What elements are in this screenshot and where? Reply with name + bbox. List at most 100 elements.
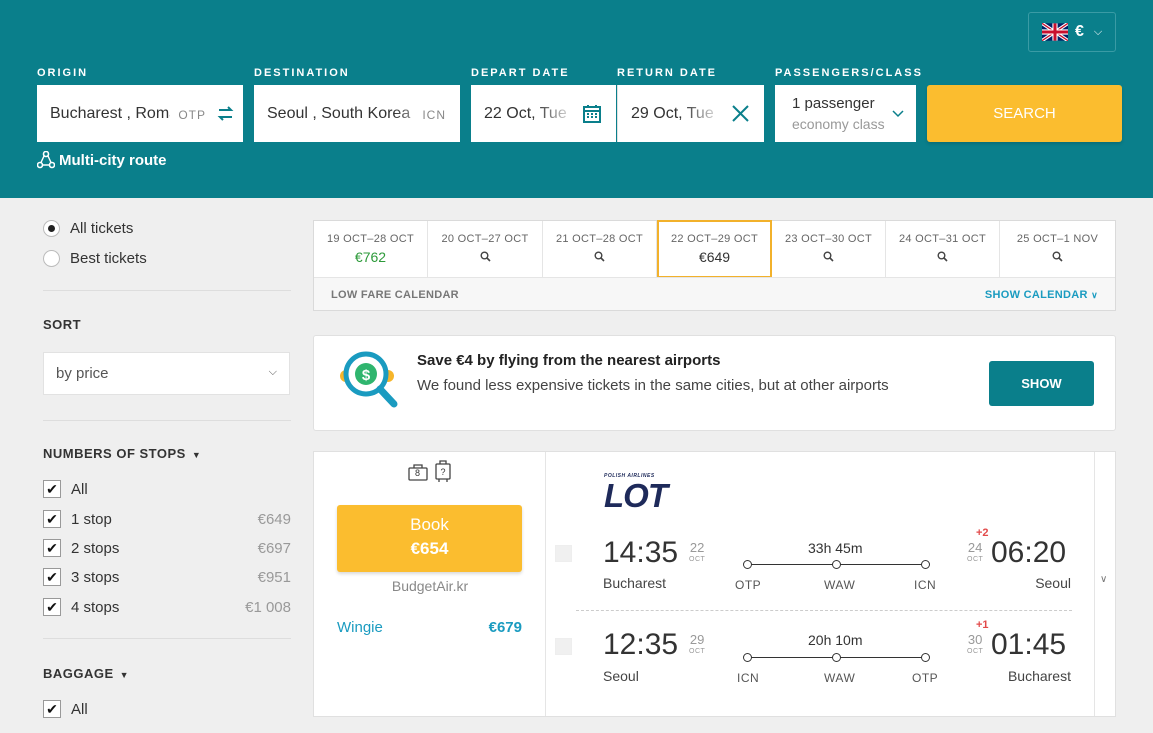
carry-on-unknown-icon: ? — [435, 460, 451, 482]
baggage-title[interactable]: BAGGAGE ▼ — [43, 666, 129, 681]
calendar-cell[interactable]: 20 OCT–27 OCT — [428, 221, 543, 277]
return-date-label: RETURN DATE — [617, 67, 718, 79]
checkbox-checked[interactable]: ✔ — [43, 510, 61, 528]
clear-icon[interactable] — [732, 105, 749, 122]
radio[interactable] — [43, 250, 60, 267]
stops-title-label: NUMBERS OF STOPS — [43, 446, 186, 461]
filter-best-tickets[interactable]: Best tickets — [43, 250, 147, 267]
promo-subtitle: We found less expensive tickets in the s… — [417, 377, 889, 394]
arr-day: 24 — [967, 540, 983, 555]
calendar-dates: 22 OCT–29 OCT — [670, 233, 759, 245]
stops-option[interactable]: ✔ 3 stops €951 — [43, 568, 291, 586]
stops-option-price: €951 — [257, 568, 291, 586]
calendar-icon[interactable] — [583, 104, 601, 123]
book-price: €654 — [410, 539, 449, 558]
checkbox-checked[interactable]: ✔ — [43, 480, 61, 498]
checkbox-checked[interactable]: ✔ — [43, 598, 61, 616]
destination-code: ICN — [422, 108, 446, 122]
low-fare-calendar: 19 OCT–28 OCT €762 20 OCT–27 OCT 21 OCT–… — [313, 220, 1116, 311]
caret-down-icon: ▼ — [119, 670, 130, 680]
origin-label: ORIGIN — [37, 67, 89, 79]
airport-code: ICN — [914, 578, 937, 592]
arr-time: 01:45 — [991, 628, 1067, 661]
chevron-down-icon: ∨ — [1091, 290, 1098, 300]
expand-ticket-toggle[interactable]: ∨ — [1094, 452, 1115, 716]
stops-option[interactable]: ✔ 1 stop €649 — [43, 510, 291, 528]
stops-option-price: €649 — [257, 510, 291, 528]
sort-select[interactable]: by price ⌵ — [43, 352, 290, 395]
caret-down-icon: ▼ — [191, 450, 202, 460]
radio-selected[interactable] — [43, 220, 60, 237]
baggage-option[interactable]: ✔ All — [43, 700, 291, 718]
calendar-dates: 19 OCT–28 OCT — [326, 233, 415, 245]
airport-code: WAW — [824, 578, 856, 592]
filter-label: Best tickets — [70, 250, 147, 267]
multi-city-link[interactable]: Multi-city route — [37, 151, 167, 169]
stops-option-label: 3 stops — [71, 568, 120, 586]
route-stop-dot — [921, 560, 930, 569]
segment-checkbox[interactable] — [555, 638, 572, 655]
origin-input[interactable]: Bucharest , Romania OTP — [37, 85, 243, 142]
dep-city: Seoul — [603, 668, 639, 684]
stops-option[interactable]: ✔ 4 stops €1 008 — [43, 598, 291, 616]
stops-option-label: 2 stops — [71, 539, 120, 557]
search-icon — [543, 249, 656, 265]
swap-icon[interactable] — [217, 105, 234, 122]
stops-title[interactable]: NUMBERS OF STOPS ▼ — [43, 446, 201, 461]
divider — [43, 290, 291, 291]
stops-option[interactable]: ✔ 2 stops €697 — [43, 539, 291, 557]
alt-agent-price[interactable]: €679 — [489, 619, 522, 636]
chevron-down-icon: ⌵ — [268, 366, 277, 378]
airport-code: WAW — [824, 671, 856, 685]
calendar-footer: LOW FARE CALENDAR SHOW CALENDAR ∨ — [314, 277, 1115, 310]
show-button[interactable]: SHOW — [989, 361, 1094, 406]
calendar-cell[interactable]: 24 OCT–31 OCT — [886, 221, 1000, 277]
airport-code: OTP — [912, 671, 939, 685]
calendar-cell-selected[interactable]: 22 OCT–29 OCT €649 — [657, 220, 772, 278]
search-button[interactable]: SEARCH — [927, 85, 1122, 142]
calendar-dates: 24 OCT–31 OCT — [898, 233, 987, 245]
destination-input[interactable]: Seoul , South Korea ICN — [254, 85, 460, 142]
route-stop-dot — [921, 653, 930, 662]
dep-date: 29 OCT — [689, 633, 705, 655]
filter-all-tickets[interactable]: All tickets — [43, 220, 133, 237]
divider — [43, 420, 291, 421]
destination-label: DESTINATION — [254, 67, 350, 79]
search-icon — [428, 249, 542, 265]
depart-date-input[interactable]: 22 Oct, Tue — [471, 85, 616, 142]
book-button[interactable]: Book €654 — [337, 505, 522, 572]
arr-month: OCT — [967, 556, 984, 563]
language-currency-selector[interactable]: € ⌵ — [1028, 12, 1116, 52]
agent-name: BudgetAir.kr — [391, 578, 469, 594]
stops-option-label: 1 stop — [71, 510, 112, 528]
checkbox-checked[interactable]: ✔ — [43, 700, 61, 718]
calendar-price: €649 — [698, 249, 731, 265]
return-date-input[interactable]: 29 Oct, Tue — [617, 85, 764, 142]
checkbox-checked[interactable]: ✔ — [43, 539, 61, 557]
calendar-cell[interactable]: 21 OCT–28 OCT — [543, 221, 657, 277]
calendar-cell[interactable]: 19 OCT–28 OCT €762 — [314, 221, 428, 277]
cabin-class: economy class — [792, 116, 885, 132]
arr-time: 06:20 — [991, 536, 1067, 569]
segment-checkbox[interactable] — [555, 545, 572, 562]
dep-month: OCT — [689, 648, 706, 655]
checkbox-checked[interactable]: ✔ — [43, 568, 61, 586]
calendar-cell[interactable]: 23 OCT–30 OCT — [772, 221, 886, 277]
alt-agent-link[interactable]: Wingie — [337, 619, 383, 636]
flight-duration: 33h 45m — [808, 540, 863, 556]
money-search-icon: $ — [340, 351, 398, 408]
airline-logo: POLISH AIRLINES LOT — [604, 473, 668, 513]
arr-city: Seoul — [1035, 575, 1071, 591]
multi-city-icon — [37, 151, 55, 169]
passengers-label: PASSENGERS/CLASS — [775, 67, 923, 79]
arr-city: Bucharest — [1007, 668, 1071, 684]
stops-option[interactable]: ✔ All — [43, 480, 291, 498]
arr-day: 30 — [967, 632, 983, 647]
airport-code: ICN — [737, 671, 760, 685]
show-calendar-link[interactable]: SHOW CALENDAR ∨ — [985, 289, 1098, 301]
calendar-cell[interactable]: 25 OCT–1 NOV — [1000, 221, 1115, 277]
calendar-dates: 20 OCT–27 OCT — [441, 233, 529, 245]
chevron-down-icon: ⌵ — [1093, 25, 1103, 38]
passengers-select[interactable]: 1 passenger economy class — [775, 85, 916, 142]
low-fare-calendar-label: LOW FARE CALENDAR — [331, 289, 459, 301]
